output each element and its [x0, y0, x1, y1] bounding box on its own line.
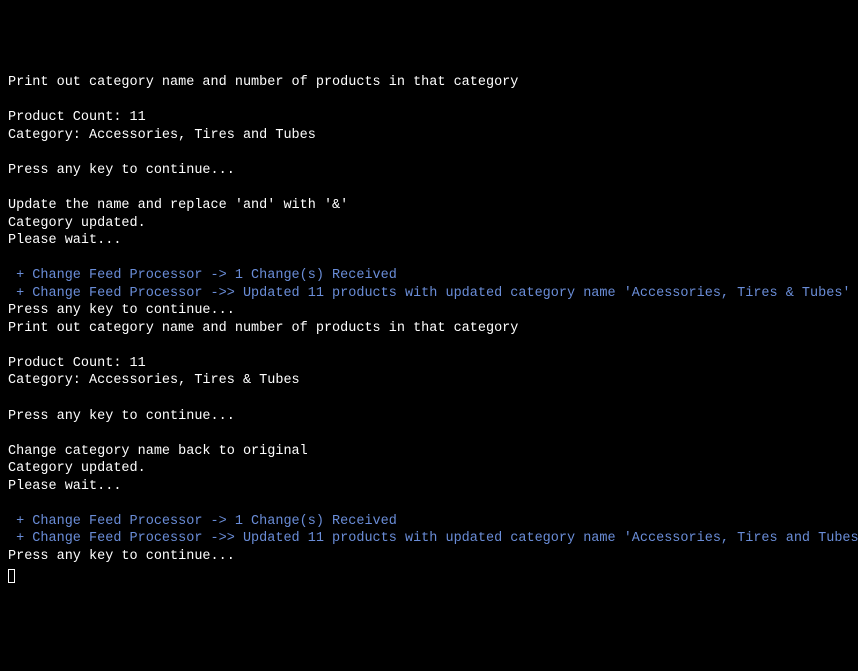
output-line: Press any key to continue...	[8, 162, 850, 180]
output-line: Please wait...	[8, 232, 850, 250]
output-line: Change category name back to original	[8, 443, 850, 461]
cursor-icon	[8, 569, 15, 583]
output-line-info: + Change Feed Processor -> 1 Change(s) R…	[8, 267, 850, 285]
output-line	[8, 337, 850, 355]
output-line	[8, 92, 850, 110]
cursor-line	[8, 566, 850, 584]
output-line	[8, 250, 850, 268]
terminal-output[interactable]: Print out category name and number of pr…	[8, 74, 850, 583]
output-line: Press any key to continue...	[8, 548, 850, 566]
output-line: Press any key to continue...	[8, 302, 850, 320]
output-line: Press any key to continue...	[8, 408, 850, 426]
output-line: Category: Accessories, Tires and Tubes	[8, 127, 850, 145]
output-line	[8, 425, 850, 443]
output-line: Print out category name and number of pr…	[8, 320, 850, 338]
output-line	[8, 390, 850, 408]
output-line: Product Count: 11	[8, 355, 850, 373]
output-line-info: + Change Feed Processor -> 1 Change(s) R…	[8, 513, 850, 531]
output-line: Category updated.	[8, 460, 850, 478]
output-line: Please wait...	[8, 478, 850, 496]
output-line: Category updated.	[8, 215, 850, 233]
output-line: Update the name and replace 'and' with '…	[8, 197, 850, 215]
output-line-info: + Change Feed Processor ->> Updated 11 p…	[8, 285, 850, 303]
output-line	[8, 179, 850, 197]
output-line: Category: Accessories, Tires & Tubes	[8, 372, 850, 390]
output-line: Print out category name and number of pr…	[8, 74, 850, 92]
output-line-info: + Change Feed Processor ->> Updated 11 p…	[8, 530, 850, 548]
output-line	[8, 495, 850, 513]
output-line	[8, 144, 850, 162]
output-line: Product Count: 11	[8, 109, 850, 127]
